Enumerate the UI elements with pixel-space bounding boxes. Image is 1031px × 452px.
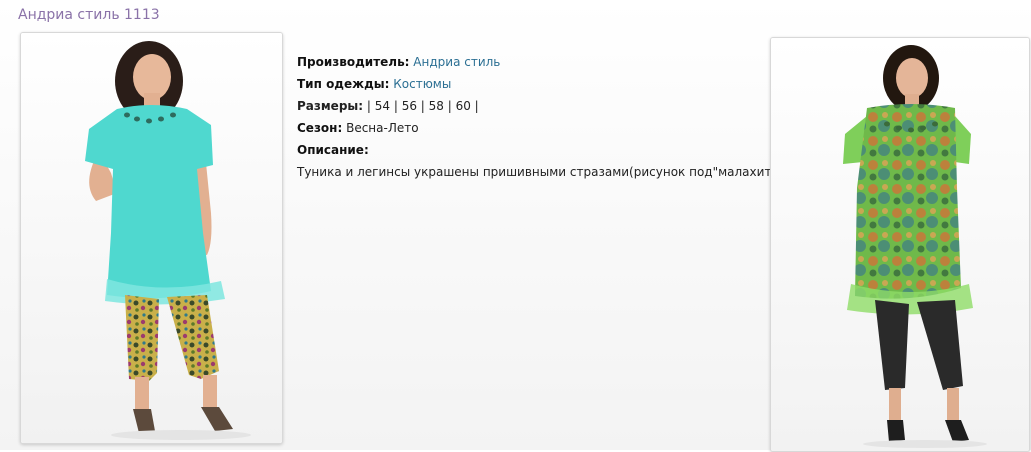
- season-label: Сезон:: [297, 121, 343, 135]
- model-illustration-right: [771, 38, 1029, 451]
- page-title: Андриа стиль 1113: [18, 7, 160, 23]
- description-row: Описание:: [297, 139, 757, 161]
- manufacturer-row: Производитель: Андриа стиль: [297, 51, 757, 73]
- product-info: Производитель: Андриа стиль Тип одежды: …: [297, 51, 782, 183]
- manufacturer-label: Производитель:: [297, 55, 410, 69]
- clothing-type-row: Тип одежды: Костюмы: [297, 73, 757, 95]
- product-photo-turquoise[interactable]: [20, 32, 283, 444]
- sizes-row: Размеры: | 54 | 56 | 58 | 60 |: [297, 95, 757, 117]
- manufacturer-link[interactable]: Андриа стиль: [413, 55, 500, 69]
- description-text: Туника и легинсы украшены пришивными стр…: [297, 165, 782, 179]
- season-row: Сезон: Весна-Лето: [297, 117, 757, 139]
- model-illustration-left: [21, 33, 282, 443]
- sizes-value: | 54 | 56 | 58 | 60 |: [366, 99, 479, 113]
- clothing-type-label: Тип одежды:: [297, 77, 390, 91]
- product-photo-green[interactable]: [770, 37, 1030, 452]
- sizes-label: Размеры:: [297, 99, 364, 113]
- clothing-type-link[interactable]: Костюмы: [393, 77, 451, 91]
- season-value: Весна-Лето: [346, 121, 419, 135]
- description-label: Описание:: [297, 143, 369, 157]
